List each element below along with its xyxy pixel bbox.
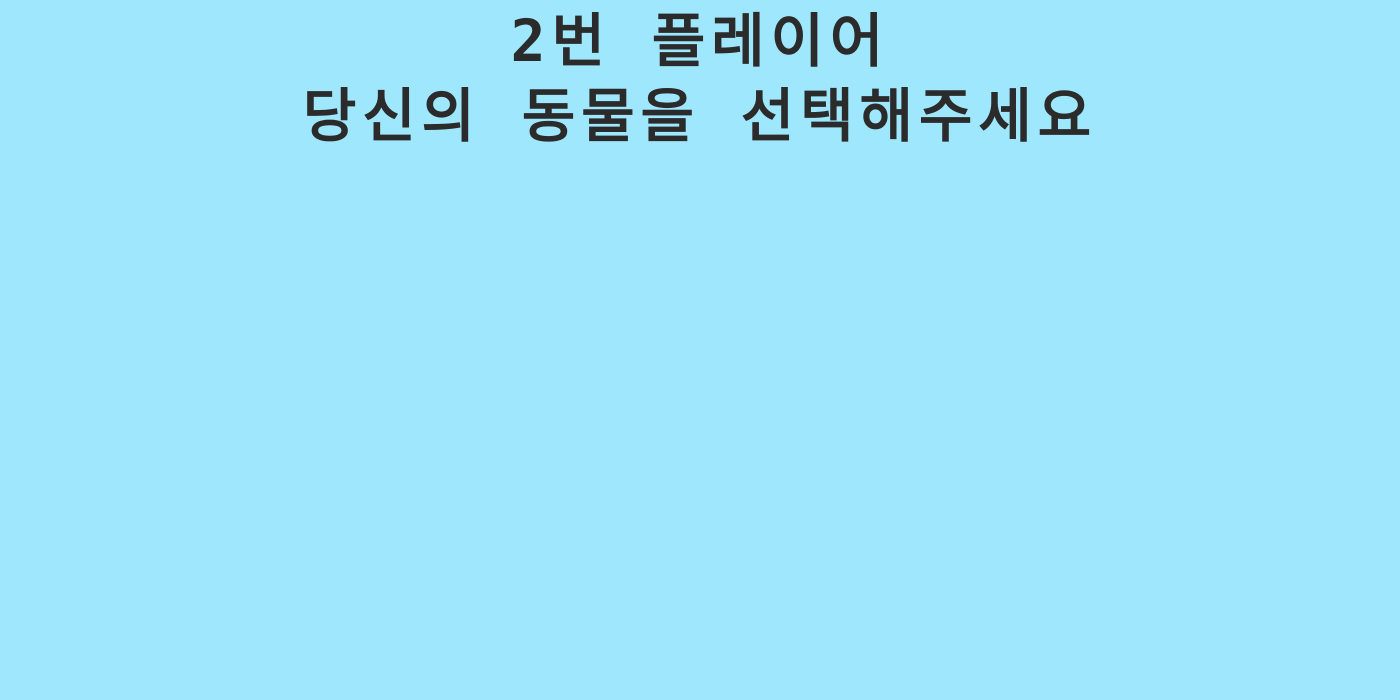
select-animal-prompt: 당신의 동물을 선택해주세요 <box>302 82 1098 150</box>
character-select-screen: 2번 플레이어 당신의 동물을 선택해주세요 <box>0 0 1400 700</box>
player-number-heading: 2번 플레이어 <box>510 7 890 75</box>
